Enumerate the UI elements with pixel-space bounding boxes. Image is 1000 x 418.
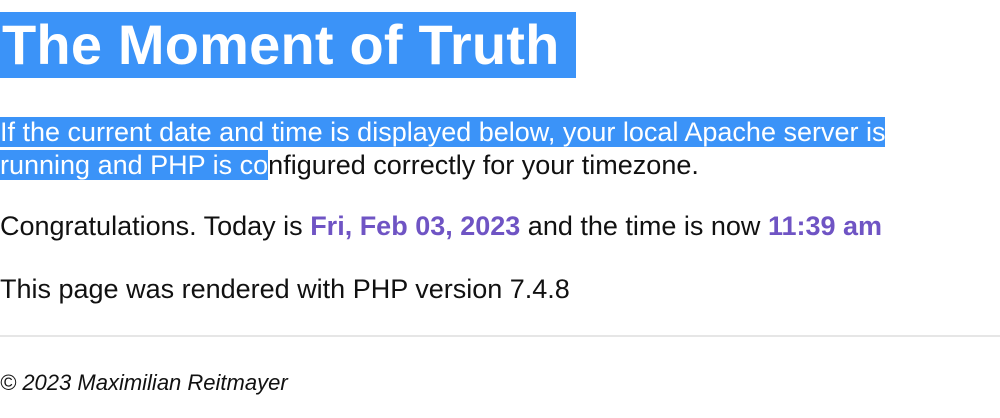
page: The Moment of Truth If the current date … [0, 0, 1000, 418]
current-time: 11:39 am [767, 211, 883, 241]
php-version-line: This page was rendered with PHP version … [0, 274, 570, 304]
intro-selected-text-1: If the current date and time is displaye… [0, 117, 886, 147]
divider [0, 335, 1000, 337]
footer-copyright: © 2023 Maximilian Reitmayer [0, 370, 288, 395]
page-title-text: The Moment of Truth [0, 12, 576, 78]
congrats-prefix: Congratulations. Today is [0, 211, 311, 241]
congratulations-line: Congratulations. Today is Fri, Feb 03, 2… [0, 210, 882, 243]
intro-unselected-text: nfigured correctly for your timezone. [268, 150, 699, 180]
page-title: The Moment of Truth [0, 12, 576, 78]
intro-paragraph: If the current date and time is displaye… [0, 116, 980, 182]
intro-selected-text-2: running and PHP is co [0, 150, 269, 180]
congrats-middle: and the time is now [520, 211, 768, 241]
current-date: Fri, Feb 03, 2023 [310, 211, 521, 241]
